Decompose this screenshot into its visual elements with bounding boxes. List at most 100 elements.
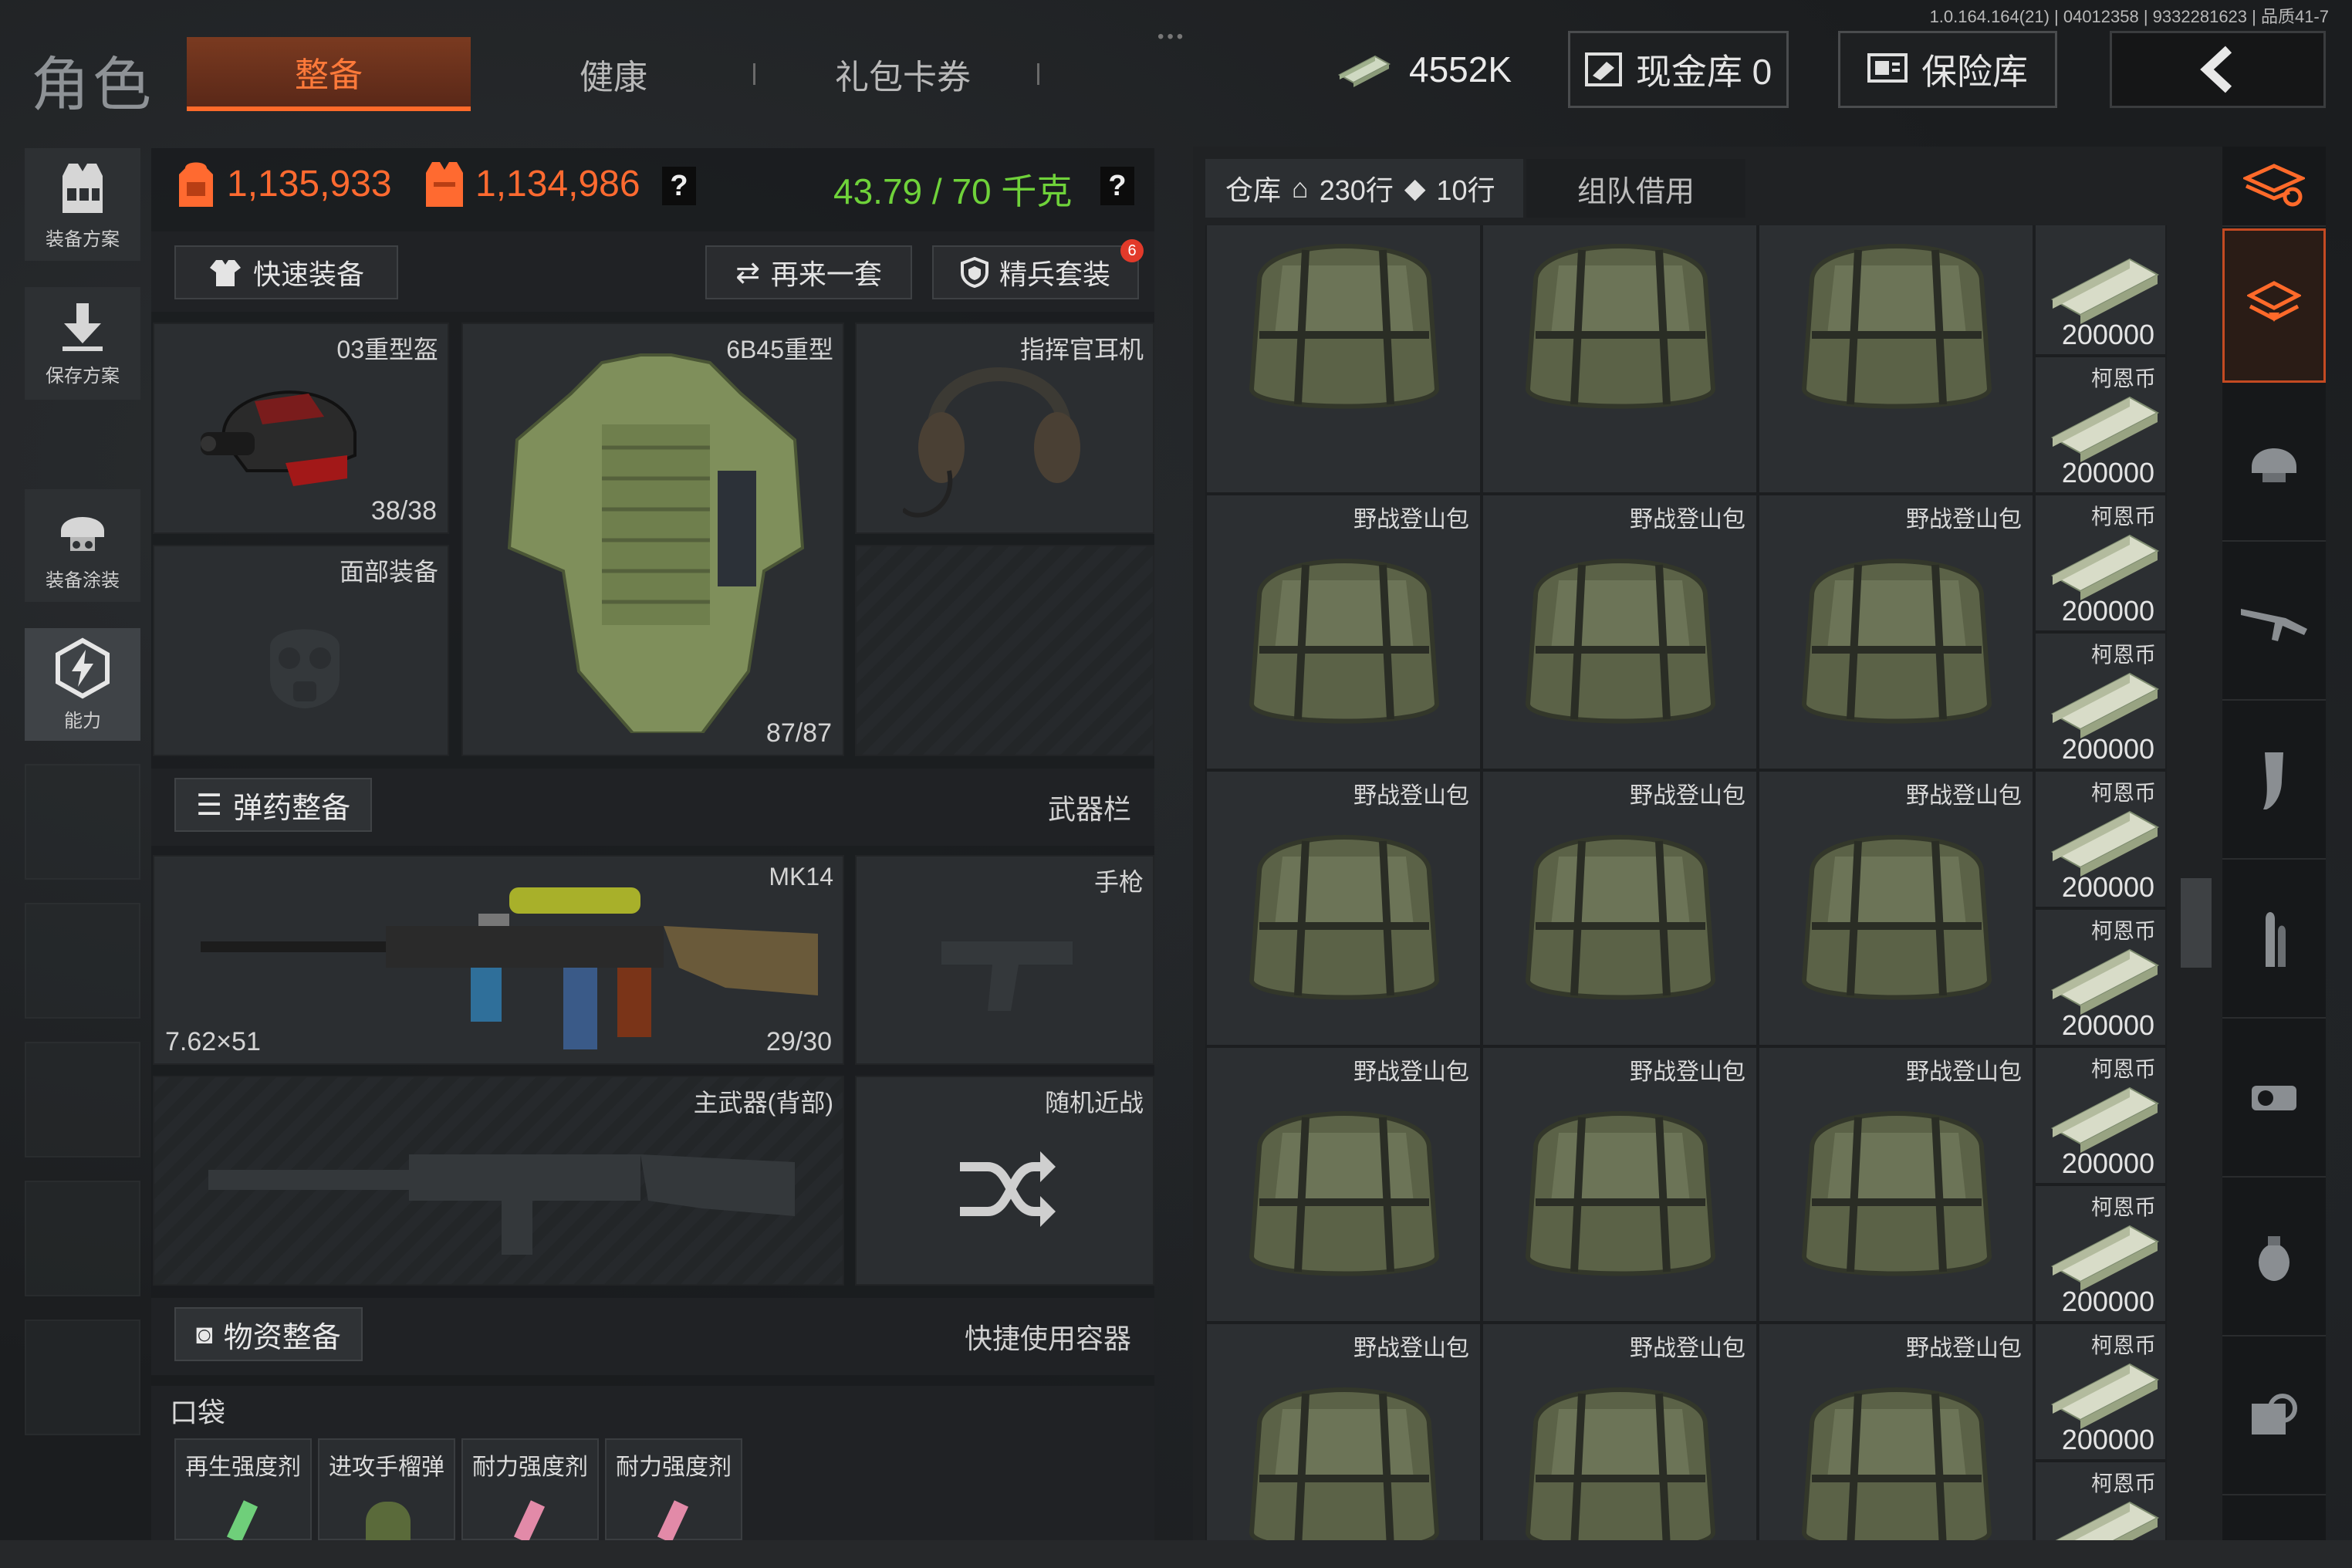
quick-equip-button[interactable]: 快速装备 (174, 245, 398, 299)
storage-bag-item[interactable]: 野战登山包 (1482, 770, 1758, 1046)
item-name: 野战登山包 (1353, 783, 1469, 809)
cash-amount: 200000 (2061, 1286, 2154, 1317)
tab-loadout[interactable]: 整备 (187, 37, 471, 111)
face-slot[interactable]: 面部装备 (153, 545, 449, 756)
storage-bag-item[interactable]: 野战登山包 (1205, 770, 1482, 1046)
storage-cash-item[interactable]: 柯恩币200000 (2034, 1323, 2167, 1461)
storage-scrollbar[interactable] (2181, 878, 2212, 968)
grenade-icon (2259, 1236, 2289, 1281)
sidebar-loadout-plan[interactable]: 装备方案 (25, 148, 140, 261)
equip-again-button[interactable]: ⇄ 再来一套 (705, 245, 912, 299)
storage-bag-item[interactable]: 野战登山包 (1758, 1046, 2034, 1323)
storage-label: 仓库 (1225, 174, 1282, 206)
ability-icon (56, 637, 110, 698)
tab-gift-coupons[interactable]: 礼包卡券 (787, 37, 1019, 111)
rail-rifles[interactable] (2222, 543, 2326, 701)
storage-cash-item[interactable]: 柯恩币200000 (2034, 770, 2167, 908)
armor-slot[interactable]: 6B45重型 87/87 (461, 323, 844, 756)
rail-attachments[interactable] (2222, 1020, 2326, 1178)
weight-help-button[interactable]: ? (1100, 167, 1134, 205)
sidebar-empty-slot (25, 1042, 140, 1157)
storage-bag-item[interactable]: 野战登山包 (1758, 770, 2034, 1046)
storage-bag-item[interactable] (1482, 225, 1758, 494)
storage-tab[interactable]: 仓库 ⌂ 230行 ◆ 10行 (1205, 159, 1523, 218)
sidebar-save-plan[interactable]: 保存方案 (25, 287, 140, 400)
storage-bag-item[interactable] (1205, 225, 1482, 494)
rail-helmets[interactable] (2222, 384, 2326, 542)
storage-bag-item[interactable]: 野战登山包 (1205, 494, 1482, 770)
supply-prep-label: 物资整备 (223, 1321, 341, 1354)
cash-name: 柯恩币 (2090, 781, 2156, 805)
pocket-item[interactable]: 耐力强度剂 (605, 1438, 742, 1543)
sidebar-empty-slot (25, 903, 140, 1019)
storage-bag-item[interactable]: 野战登山包 (1758, 1323, 2034, 1540)
headset-slot[interactable]: 指挥官耳机 (855, 323, 1154, 534)
storage-bag-item[interactable] (1758, 225, 2034, 494)
storage-cash-item[interactable]: 柯恩币200000 (2034, 356, 2167, 494)
backpack-item-icon (1525, 1387, 1716, 1540)
pocket-item[interactable]: 耐力强度剂 (461, 1438, 599, 1543)
cash-amount: 200000 (2061, 1424, 2154, 1455)
backpack-item-icon (1249, 835, 1440, 1000)
cash-amount: 200000 (2061, 1147, 2154, 1179)
storage-bag-item[interactable]: 野战登山包 (1482, 494, 1758, 770)
pocket-item-name: 耐力强度剂 (616, 1455, 732, 1480)
item-name: 野战登山包 (1906, 1336, 2022, 1361)
storage-cash-item[interactable]: 柯恩币200000 (2034, 1046, 2167, 1184)
pocket-item[interactable]: 进攻手榴弹 (318, 1438, 455, 1542)
storage-cash-item[interactable]: 柯恩币200000 (2034, 494, 2167, 632)
sidebar-ability[interactable]: 能力 (25, 628, 140, 741)
notification-badge: 6 (1120, 239, 1144, 262)
rail-all-items[interactable] (2222, 147, 2326, 227)
helmet-icon (61, 516, 104, 551)
sidebar-skin[interactable]: 装备涂装 (25, 489, 140, 602)
equipped-value-stat: 1,134,986 (423, 159, 640, 208)
backpack-item-icon (1801, 835, 1992, 1000)
storage-bag-item[interactable]: 野战登山包 (1205, 1323, 1482, 1540)
storage-grid: 200000 柯恩币 200000 野战登山包 野战登山包 野战登山包 柯恩币 200000 柯… (1205, 225, 2179, 1540)
pocket-item[interactable]: 再生强度剂 (174, 1438, 312, 1543)
primary-weapon-slot[interactable]: MK14 7.62×51 29/30 (153, 855, 844, 1065)
storage-cash-item[interactable]: 柯恩币200000 (2034, 632, 2167, 770)
backpack-item-icon (1801, 1111, 1992, 1276)
magazine-icon (2263, 752, 2283, 809)
helmet-slot[interactable]: 03重型盔 38/38 (153, 323, 449, 534)
back-weapon-slot[interactable]: 主武器(背部) (153, 1076, 844, 1286)
backpack-item-icon (1249, 244, 1440, 409)
face-slot-label: 面部装备 (339, 558, 438, 586)
back-button[interactable] (2110, 31, 2326, 108)
cash-vault-button[interactable]: 现金库 0 (1568, 31, 1789, 108)
elite-set-button[interactable]: 精兵套装 (932, 245, 1139, 299)
pocket-item-name: 再生强度剂 (185, 1455, 301, 1480)
supply-prep-button[interactable]: ◙ 物资整备 (174, 1307, 363, 1361)
storage-bag-item[interactable]: 野战登山包 (1482, 1046, 1758, 1323)
storage-cash-item[interactable]: 200000 (2034, 225, 2167, 356)
equipped-value: 1,134,986 (475, 163, 640, 204)
storage-bag-item[interactable]: 野战登山包 (1758, 494, 2034, 770)
tab-health[interactable]: 健康 (509, 37, 718, 111)
rail-storage-in[interactable] (2222, 228, 2326, 383)
rail-ammo[interactable] (2222, 861, 2326, 1019)
pocket-item-name: 耐力强度剂 (472, 1455, 588, 1480)
ammo-prep-button[interactable]: ☰ 弹药整备 (174, 778, 373, 832)
storage-cash-item[interactable]: 柯恩币200000 (2034, 908, 2167, 1046)
rail-misc[interactable] (2222, 1338, 2326, 1495)
quick-equip-label: 快速装备 (252, 259, 364, 290)
currency-value: 4552K (1409, 49, 1512, 90)
currency-display: 4552K (1335, 31, 1528, 108)
cash-bundle-icon (2055, 1501, 2160, 1540)
cash-bundle-icon (2050, 1225, 2160, 1291)
melee-slot[interactable]: 随机近战 (855, 1076, 1154, 1286)
storage-bag-item[interactable]: 野战登山包 (1482, 1323, 1758, 1540)
backpack-item-icon (1249, 1111, 1440, 1276)
storage-cash-item[interactable]: 柯恩币200000 (2034, 1461, 2167, 1540)
value-help-button[interactable]: ? (662, 167, 696, 205)
empty-gear-slot (855, 545, 1154, 756)
pistol-slot[interactable]: 手枪 (855, 855, 1154, 1065)
rail-magazines[interactable] (2222, 702, 2326, 860)
safe-button[interactable]: 保险库 (1838, 31, 2057, 108)
storage-cash-item[interactable]: 柯恩币200000 (2034, 1184, 2167, 1323)
storage-bag-item[interactable]: 野战登山包 (1205, 1046, 1482, 1323)
rail-grenades[interactable] (2222, 1179, 2326, 1337)
team-borrow-tab[interactable]: 组队借用 (1526, 159, 1745, 218)
